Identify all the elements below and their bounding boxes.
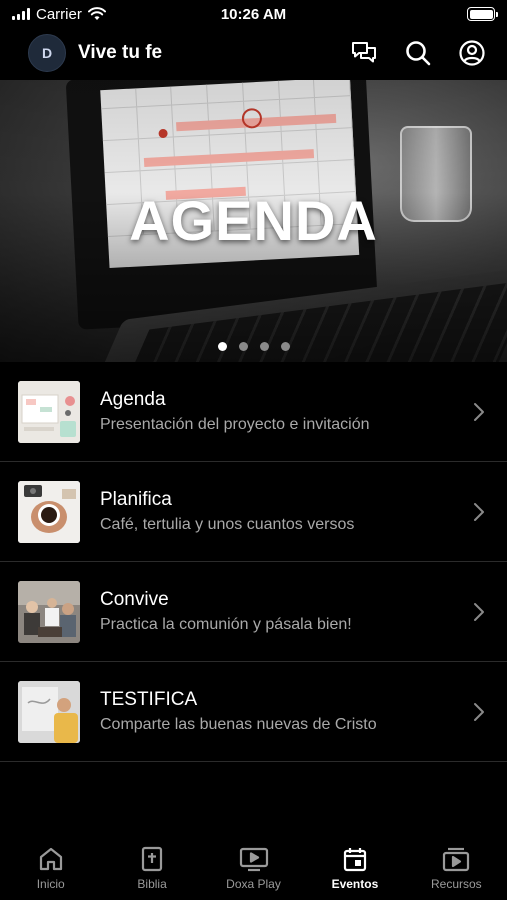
status-bar: Carrier 10:26 AM	[0, 0, 507, 28]
chat-icon[interactable]	[347, 36, 381, 70]
tab-label: Doxa Play	[226, 877, 281, 891]
carousel-pagination	[0, 342, 507, 351]
battery-icon	[467, 7, 498, 21]
list-item-planifica[interactable]: Planifica Café, tertulia y unos cuantos …	[0, 462, 507, 562]
convive-thumbnail	[18, 580, 80, 643]
play-icon	[239, 847, 268, 872]
testifica-thumbnail	[18, 680, 80, 743]
list-item-text: Planifica Café, tertulia y unos cuantos …	[100, 489, 469, 534]
carousel-dot[interactable]	[217, 342, 227, 351]
bottom-tab-bar: Inicio Biblia Doxa Play Eventos Recursos	[0, 838, 507, 900]
app-title: Vive tu fe	[78, 42, 163, 63]
bible-icon	[142, 846, 163, 872]
list-item-text: Convive Practica la comunión y pásala bi…	[100, 589, 469, 634]
tab-label: Inicio	[36, 877, 65, 891]
list-item-subtitle: Presentación del proyecto e invitación	[100, 416, 370, 433]
chevron-right-icon	[469, 500, 489, 524]
search-icon[interactable]	[401, 36, 435, 70]
calendar-icon	[343, 848, 367, 872]
list-item-title: Planifica	[100, 489, 172, 510]
list-item-title: Agenda	[100, 389, 166, 410]
app-header: D Vive tu fe	[0, 30, 507, 76]
hero-carousel[interactable]: AGENDA	[0, 80, 507, 362]
profile-icon[interactable]	[455, 36, 489, 70]
list-item-subtitle: Practica la comunión y pásala bien!	[100, 616, 352, 633]
list-item-subtitle: Café, tertulia y unos cuantos versos	[100, 516, 355, 533]
carousel-dot[interactable]	[280, 342, 290, 351]
list-item-testifica[interactable]: TESTIFICA Comparte las buenas nuevas de …	[0, 662, 507, 762]
list-item-convive[interactable]: Convive Practica la comunión y pásala bi…	[0, 562, 507, 662]
events-list: Agenda Presentación del proyecto e invit…	[0, 362, 507, 762]
tab-label: Recursos	[430, 877, 482, 891]
resources-icon	[443, 847, 470, 872]
tab-biblia[interactable]: Biblia	[101, 838, 202, 900]
list-item-title: TESTIFICA	[100, 689, 198, 710]
logo-letter: D	[41, 45, 53, 61]
planifica-thumbnail	[18, 480, 80, 543]
tab-inicio[interactable]: Inicio	[0, 838, 101, 900]
carousel-dot[interactable]	[259, 342, 269, 351]
list-item-subtitle: Comparte las buenas nuevas de Cristo	[100, 716, 377, 733]
carrier-label: Carrier	[36, 5, 82, 23]
tab-label: Eventos	[331, 877, 379, 891]
chevron-right-icon	[469, 600, 489, 624]
list-item-text: Agenda Presentación del proyecto e invit…	[100, 389, 469, 434]
carousel-dot[interactable]	[238, 342, 248, 351]
chevron-right-icon	[469, 700, 489, 724]
signal-icon	[12, 8, 30, 20]
home-icon	[39, 847, 62, 871]
chevron-right-icon	[469, 400, 489, 424]
tab-label: Biblia	[137, 877, 167, 891]
list-item-title: Convive	[100, 589, 169, 610]
hero-title: AGENDA	[129, 189, 378, 252]
app-logo[interactable]: D	[28, 34, 66, 72]
status-left: Carrier	[12, 6, 106, 23]
tab-doxa-play[interactable]: Doxa Play	[203, 838, 304, 900]
list-item-text: TESTIFICA Comparte las buenas nuevas de …	[100, 689, 469, 734]
list-item-agenda[interactable]: Agenda Presentación del proyecto e invit…	[0, 362, 507, 462]
agenda-thumbnail	[18, 380, 80, 443]
tab-eventos[interactable]: Eventos	[304, 838, 405, 900]
wifi-icon	[87, 7, 106, 20]
tab-recursos[interactable]: Recursos	[406, 838, 507, 900]
header-actions	[347, 36, 489, 70]
